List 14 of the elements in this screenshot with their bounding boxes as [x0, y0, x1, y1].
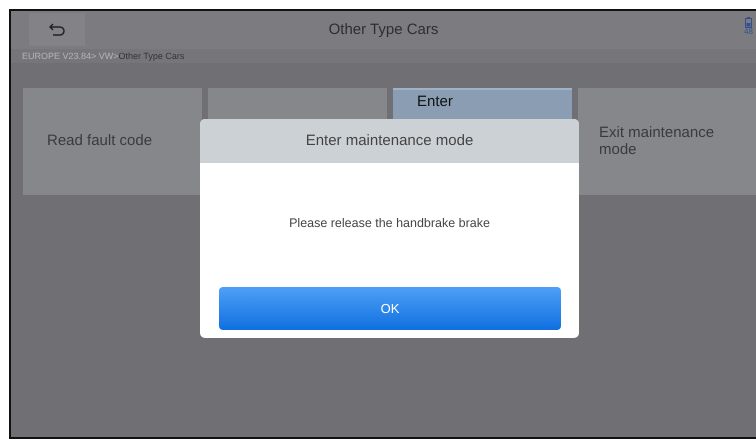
ok-button[interactable]: OK [219, 287, 561, 330]
function-tile[interactable]: Read fault code [23, 88, 202, 195]
breadcrumb-current: Other Type Cars [118, 51, 184, 61]
dialog-title: Enter maintenance mode [200, 119, 579, 163]
dialog-message: Please release the handbrake brake [288, 214, 491, 232]
function-tile[interactable]: Enter [393, 88, 572, 119]
function-tile[interactable]: Exit maintenance mode [578, 88, 756, 195]
battery-icon [744, 17, 752, 28]
breadcrumb-path[interactable]: EUROPE V23.84> VW> [22, 51, 119, 61]
page-title: Other Type Cars [328, 20, 438, 40]
function-tile[interactable] [208, 88, 387, 119]
back-icon [49, 22, 65, 36]
battery-percent: 48 [744, 28, 753, 36]
back-button[interactable] [29, 13, 85, 46]
